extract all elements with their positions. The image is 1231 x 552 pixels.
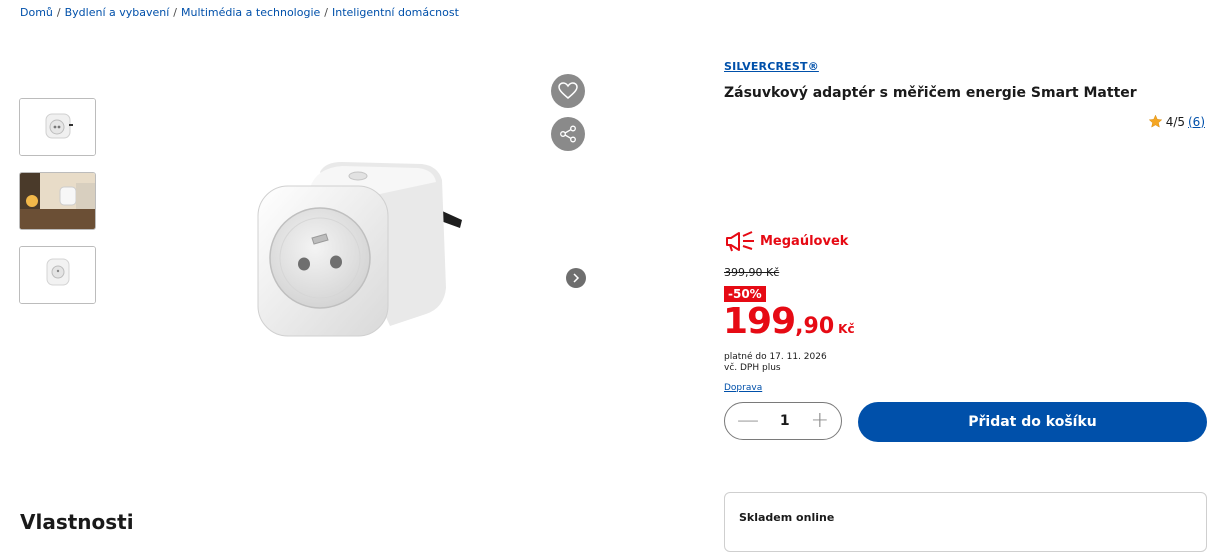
quantity-increase-button[interactable]: +: [811, 410, 829, 432]
quantity-decrease-button[interactable]: —: [737, 410, 759, 432]
megaphone-icon: [726, 231, 754, 252]
breadcrumb-separator: /: [324, 6, 328, 19]
share-icon: [560, 125, 576, 143]
breadcrumb-multimedia[interactable]: Multimédia a technologie: [181, 6, 320, 19]
product-title: Zásuvkový adaptér s měřičem energie Smar…: [724, 85, 1137, 101]
valid-until: platné do 17. 11. 2026: [724, 352, 827, 362]
star-icon: [1148, 114, 1163, 128]
plug-top-image: [20, 247, 95, 303]
vat-note: vč. DPH plus: [724, 363, 781, 373]
next-image-button[interactable]: [566, 268, 586, 288]
add-to-cart-button[interactable]: Přidat do košíku: [858, 402, 1207, 442]
breadcrumb-separator: /: [173, 6, 177, 19]
review-count-link[interactable]: (6): [1188, 115, 1205, 129]
price-decimal: ,90: [795, 314, 835, 339]
properties-heading: Vlastnosti: [20, 510, 134, 534]
price-integer: 199: [723, 301, 796, 342]
price-currency: Kč: [838, 322, 855, 336]
discount-badge: -50%: [724, 286, 766, 302]
thumbnail-plug-front[interactable]: [19, 98, 96, 156]
price-notes: platné do 17. 11. 2026 vč. DPH plus: [724, 352, 827, 374]
breadcrumb-living[interactable]: Bydlení a vybavení: [65, 6, 170, 19]
quantity-value[interactable]: 1: [780, 413, 790, 429]
promo-label: Megaúlovek: [760, 233, 849, 249]
quantity-stepper: — 1 +: [724, 402, 842, 440]
brand-link[interactable]: SILVERCREST®: [724, 60, 819, 73]
plug-in-room-image: [20, 173, 95, 229]
thumbnail-plug-top[interactable]: [19, 246, 96, 304]
breadcrumb-home[interactable]: Domů: [20, 6, 53, 19]
breadcrumb-separator: /: [56, 6, 61, 19]
product-rating: 4/5 (6): [1148, 114, 1205, 129]
promo-badge: Megaúlovek: [724, 230, 848, 252]
stock-box: Skladem online: [724, 492, 1207, 552]
share-button[interactable]: [551, 117, 585, 151]
stock-label: Skladem online: [739, 511, 835, 524]
chevron-right-icon: [573, 273, 580, 283]
product-main-image: [250, 158, 470, 348]
favorite-button[interactable]: [551, 74, 585, 108]
shipping-link[interactable]: Doprava: [724, 383, 762, 393]
rating-value: 4/5: [1165, 114, 1185, 129]
old-price: 399,90 Kč: [724, 266, 780, 279]
breadcrumb-smart-home[interactable]: Inteligentní domácnost: [332, 6, 459, 19]
breadcrumb: Domů / Bydlení a vybavení / Multimédia a tec…: [20, 6, 459, 19]
smart-plug-image: [257, 162, 462, 337]
current-price: 199 ,90 Kč: [723, 304, 855, 340]
plug-front-image: [20, 99, 95, 155]
heart-icon: [558, 82, 578, 99]
thumbnail-plug-in-room[interactable]: [19, 172, 96, 230]
